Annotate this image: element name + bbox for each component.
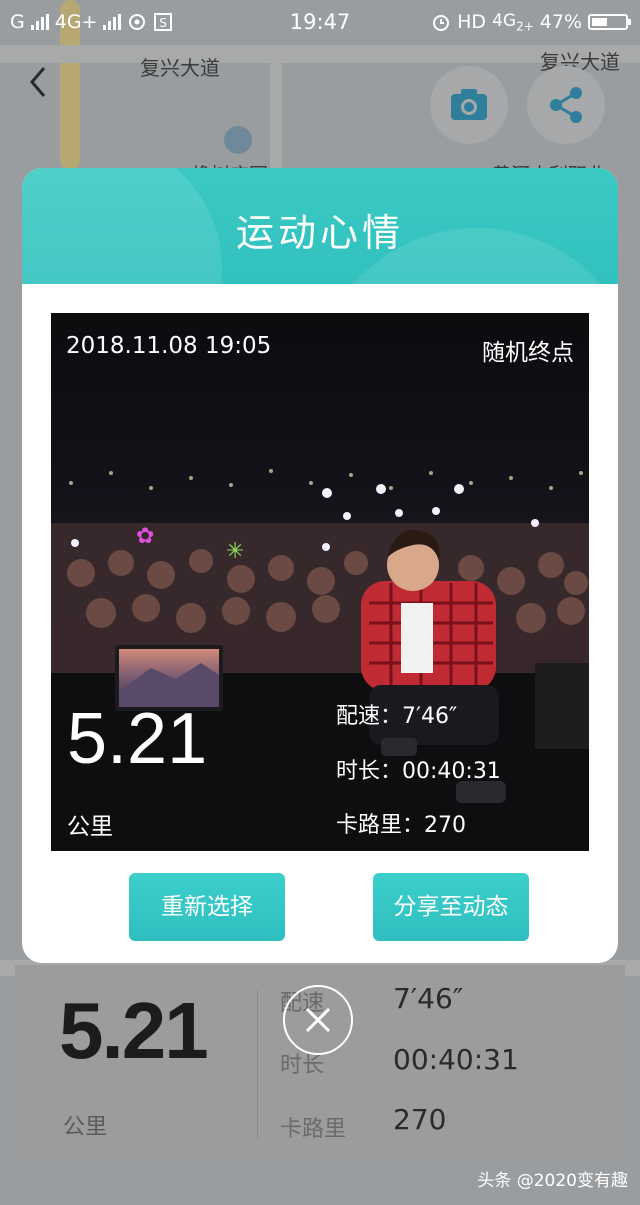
summary-distance: 5.21 [59, 986, 209, 1075]
alarm-icon [433, 15, 450, 32]
share-button[interactable] [527, 66, 605, 144]
svg-text:✿: ✿ [136, 524, 154, 549]
close-button[interactable] [283, 985, 353, 1055]
svg-text:✳: ✳ [226, 539, 244, 564]
battery-percent: 47% [539, 11, 582, 34]
dialog-title: 运动心情 [235, 211, 404, 255]
back-button[interactable] [22, 60, 58, 104]
photo-pace: 配速：7′46″ [336, 704, 458, 729]
battery-fill [592, 18, 607, 27]
share-icon [550, 87, 582, 123]
photo-distance-unit: 公里 [67, 814, 113, 840]
chevron-left-icon [30, 67, 46, 97]
photo-mode: 随机终点 [482, 340, 574, 366]
summary-divider [257, 990, 258, 1140]
share-to-feed-button[interactable]: 分享至动态 [373, 873, 529, 941]
photo-calories: 卡路里：270 [336, 813, 466, 838]
map-road [270, 60, 282, 170]
camera-icon [451, 89, 487, 120]
summary-calories-value: 270 [393, 1103, 447, 1136]
photo-distance: 5.21 [67, 699, 208, 779]
dialog-header: 运动心情 [22, 168, 618, 284]
map-road-label: 复兴大道 [140, 56, 220, 80]
photo-duration: 时长：00:40:31 [336, 759, 501, 784]
summary-pace-value: 7′46″ [393, 982, 464, 1015]
watermark: 头条 @2020变有趣 [477, 1171, 628, 1191]
summary-distance-unit: 公里 [63, 1115, 108, 1140]
hd-indicator: HD [457, 11, 487, 34]
summary-duration-value: 00:40:31 [393, 1043, 519, 1076]
reselect-button[interactable]: 重新选择 [129, 873, 285, 941]
photo-datetime: 2018.11.08 19:05 [66, 333, 272, 359]
battery-icon [588, 14, 631, 31]
network-type: 4G [492, 11, 517, 31]
summary-calories-label: 卡路里 [280, 1117, 347, 1142]
map-poi-icon [224, 126, 252, 154]
mood-photo-card[interactable]: ✿ ✳ 2018.11.08 19:05 随机终点 5.21 公里 配速：7′4… [51, 313, 589, 851]
close-icon [305, 1007, 331, 1033]
camera-button[interactable] [430, 66, 508, 144]
status-bar: G 4G+ S 19:47 HD 4G2+ 47% [0, 0, 640, 44]
sport-mood-dialog: 运动心情 ✿ ✳ 2018.11.08 19:05 随机终点 5.21 公里 配… [22, 168, 618, 963]
network-suffix: 2+ [516, 19, 534, 34]
